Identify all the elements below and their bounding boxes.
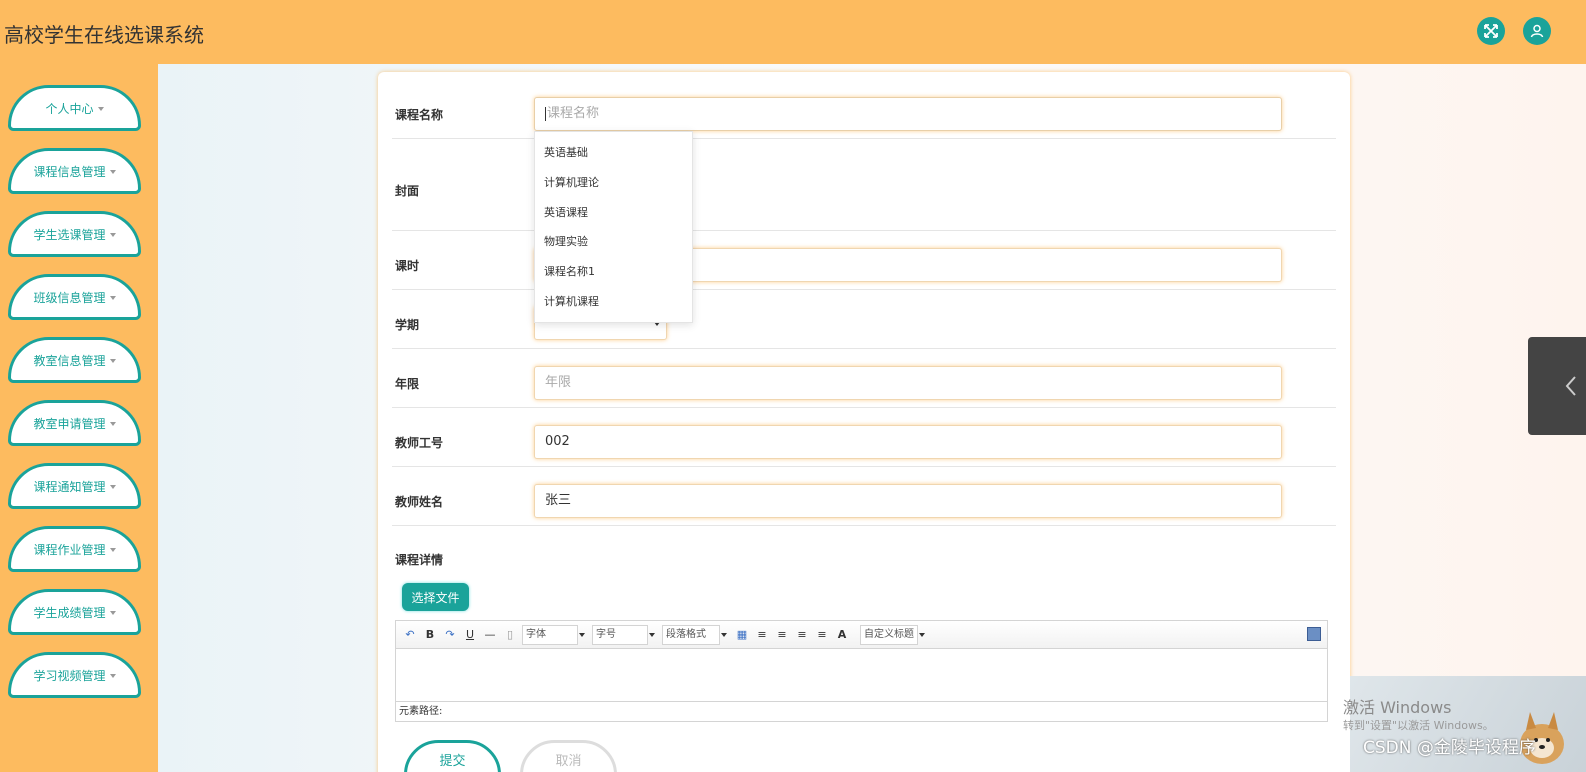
sidebar-item-course-info[interactable]: 课程信息管理 [8,148,141,194]
user-button[interactable] [1523,17,1551,45]
editor-body[interactable] [396,649,1327,701]
sidebar-item-label: 个人中心 [45,101,94,116]
caret-down-icon [109,422,116,426]
sidebar-item-class-info[interactable]: 班级信息管理 [8,274,141,320]
bold-icon[interactable]: B [422,627,438,643]
course-name-placeholder: 课程名称 [547,106,600,121]
underline-icon[interactable]: U [462,627,478,643]
sidebar-item-label: 教室申请管理 [33,416,106,431]
autocomplete-option[interactable]: 英语课程 [535,198,692,228]
course-name-autocomplete: 英语基础 计算机理论 英语课程 物理实验 课程名称1 计算机课程 [534,131,693,323]
autocomplete-option[interactable]: 计算机课程 [535,287,692,317]
user-icon [1530,24,1544,38]
caret-down-icon [109,548,116,552]
align-right-icon[interactable]: ≡ [774,627,790,643]
preview-icon[interactable] [1307,627,1321,641]
sidebar-item-course-homework[interactable]: 课程作业管理 [8,526,141,572]
cover-label: 封面 [395,184,420,198]
caret-down-icon [109,296,116,300]
sidebar-item-label: 课程信息管理 [33,164,106,179]
sidebar-item-classroom-info[interactable]: 教室信息管理 [8,337,141,383]
sidebar-item-classroom-request[interactable]: 教室申请管理 [8,400,141,446]
activate-windows-subtitle: 转到"设置"以激活 Windows。 [1343,719,1494,732]
activate-windows-title: 激活 Windows [1343,698,1452,717]
rich-text-editor: ↶ B ↷ U — ▯ 字体 字号 段落格式 ▦ ≡ ≡ ≡ ≡ A 自定义标题… [395,620,1328,722]
sidebar-item-label: 学生选课管理 [33,227,106,242]
element-path: 元素路径: [396,701,1327,721]
details-label: 课程详情 [395,553,444,567]
autocomplete-option[interactable]: 课程名称1 [535,257,692,287]
text-cursor [545,106,546,121]
years-label: 年限 [395,377,420,391]
fullscreen-button[interactable] [1477,17,1505,45]
editor-toolbar: ↶ B ↷ U — ▯ 字体 字号 段落格式 ▦ ≡ ≡ ≡ ≡ A 自定义标题 [396,621,1327,649]
course-name-label: 课程名称 [395,108,444,122]
top-bar: 高校学生在线选课系统 [0,0,1586,64]
align-justify-icon[interactable]: ≡ [814,627,830,643]
course-name-input[interactable]: 课程名称 [534,97,1282,131]
table-icon[interactable]: ▦ [734,627,750,643]
font-color-icon[interactable]: A [834,627,850,643]
sidebar-item-label: 学生成绩管理 [33,605,106,620]
sidebar-item-label: 学习视频管理 [33,668,106,683]
redo-icon[interactable]: ↷ [442,627,458,643]
font-size-select[interactable]: 字号 [592,624,655,645]
sidebar-item-student-grades[interactable]: 学生成绩管理 [8,589,141,635]
caret-down-icon [109,674,116,678]
caret-down-icon [109,611,116,615]
sidebar-item-learning-videos[interactable]: 学习视频管理 [8,652,141,698]
teacher-name-label: 教师姓名 [395,495,444,509]
fullscreen-icon [1484,24,1498,38]
sidebar-item-label: 班级信息管理 [33,290,106,305]
caret-down-icon [109,233,116,237]
sidebar-item-label: 课程作业管理 [33,542,106,557]
align-center-icon[interactable]: ≡ [794,627,810,643]
teacher-id-input[interactable]: 002 [534,425,1282,459]
caret-down-icon [109,170,116,174]
paragraph-format-select[interactable]: 段落格式 [662,624,727,645]
autocomplete-option[interactable]: 物理实验 [535,227,692,257]
caret-down-icon [109,359,116,363]
teacher-name-input[interactable]: 张三 [534,484,1282,518]
autocomplete-option[interactable]: 英语基础 [535,138,692,168]
sidebar-item-label: 教室信息管理 [33,353,106,368]
app-title: 高校学生在线选课系统 [4,23,204,47]
font-family-select[interactable]: 字体 [522,624,585,645]
chevron-left-icon [1565,376,1576,396]
caret-down-icon [97,107,104,111]
document-icon[interactable]: ▯ [502,627,518,643]
autocomplete-option[interactable]: 计算机理论 [535,168,692,198]
sidebar-item-student-selection[interactable]: 学生选课管理 [8,211,141,257]
undo-icon[interactable]: ↶ [402,627,418,643]
term-label: 学期 [395,318,420,332]
choose-file-button[interactable]: 选择文件 [402,583,469,611]
sidebar-item-label: 课程通知管理 [33,479,106,494]
side-panel-toggle[interactable] [1528,337,1586,435]
horizontal-rule-icon[interactable]: — [482,627,498,643]
teacher-id-label: 教师工号 [395,436,444,450]
caret-down-icon [109,485,116,489]
sidebar-item-course-notice[interactable]: 课程通知管理 [8,463,141,509]
sidebar-item-personal-center[interactable]: 个人中心 [8,85,141,131]
hours-label: 课时 [395,259,420,273]
align-left-icon[interactable]: ≡ [754,627,770,643]
csdn-watermark: CSDN @金陵毕设程序 [1363,738,1536,758]
custom-title-select[interactable]: 自定义标题 [860,624,925,645]
years-input[interactable]: 年限 [534,366,1282,400]
